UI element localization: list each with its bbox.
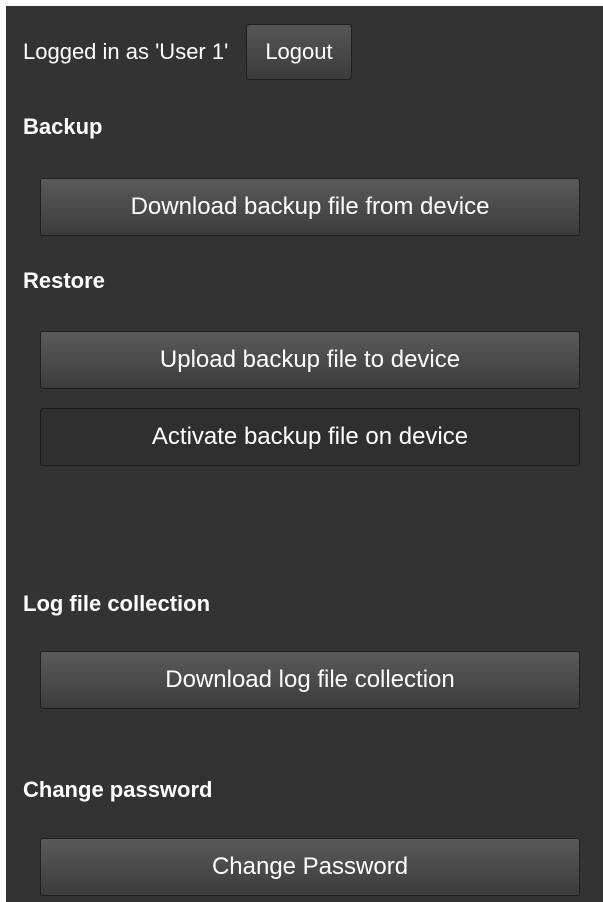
restore-section-title: Restore xyxy=(23,268,105,293)
upload-backup-button[interactable]: Upload backup file to device xyxy=(40,331,580,389)
log-section-title: Log file collection xyxy=(23,591,211,616)
download-backup-button[interactable]: Download backup file from device xyxy=(40,178,580,236)
backup-section-title: Backup xyxy=(23,114,103,139)
settings-panel: Logged in as 'User 1' Logout Backup Down… xyxy=(6,6,603,902)
login-status-text: Logged in as 'User 1' xyxy=(23,39,229,64)
download-log-button[interactable]: Download log file collection xyxy=(40,651,580,709)
change-password-button[interactable]: Change Password xyxy=(40,838,580,896)
login-row: Logged in as 'User 1' Logout xyxy=(23,23,352,81)
logout-button[interactable]: Logout xyxy=(246,24,352,80)
password-section-title: Change password xyxy=(23,777,213,802)
activate-backup-button[interactable]: Activate backup file on device xyxy=(40,408,580,466)
